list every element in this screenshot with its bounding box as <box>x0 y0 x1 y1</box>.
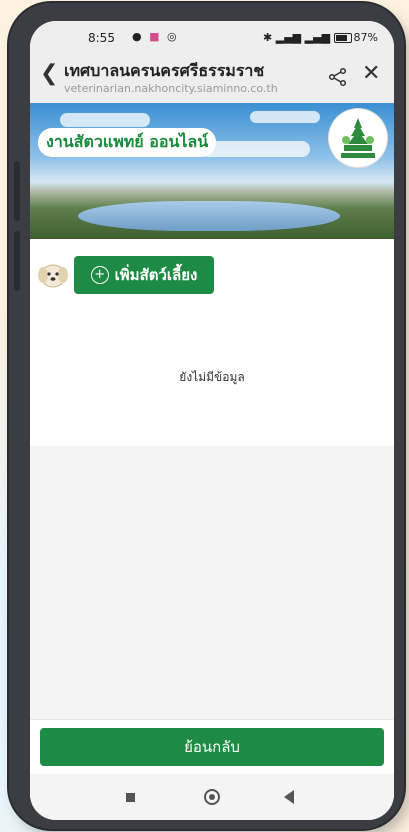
signal-icon: ▂▄▆ <box>275 31 302 44</box>
close-icon[interactable]: ✕ <box>362 61 380 86</box>
back-button[interactable]: ย้อนกลับ <box>40 728 384 766</box>
status-time: 8:55 <box>88 31 115 45</box>
pet-list-area: + เพิ่มสัตว์เลี้ยง ยังไม่มีข้อมูล <box>30 239 394 446</box>
status-bar: 8:55 ● ■ ◎ ✱ ▂▄▆ ▂▄▆ 87% <box>30 21 394 53</box>
dog-icon <box>38 264 68 288</box>
cloud <box>250 111 320 123</box>
percent-sign: % <box>367 31 378 44</box>
share-icon[interactable] <box>328 67 348 87</box>
municipality-logo <box>329 109 387 167</box>
add-pet-label: เพิ่มสัตว์เลี้ยง <box>114 266 198 284</box>
system-icons: ✱ ▂▄▆ ▂▄▆ 87% <box>263 31 378 44</box>
sync-icon: ◎ <box>167 30 179 43</box>
app-icon: ■ <box>149 30 162 43</box>
recent-apps-icon[interactable] <box>126 793 135 802</box>
lake-image <box>78 201 340 231</box>
page-url: veterinarian.nakhoncity.siaminno.co.th <box>64 82 278 95</box>
cloud <box>60 113 150 127</box>
notification-icons: ● ■ ◎ <box>132 30 179 43</box>
signal-icon-2: ▂▄▆ <box>304 31 331 44</box>
message-icon: ● <box>132 30 144 43</box>
volume-button <box>14 161 20 221</box>
banner-title: งานสัตวแพทย์ ออนไลน์ <box>38 128 217 157</box>
home-icon[interactable] <box>204 789 220 805</box>
bluetooth-icon: ✱ <box>263 31 273 44</box>
cloud <box>200 141 310 157</box>
page-title: เทศบาลนครนครศรีธรรมราช <box>64 61 265 80</box>
app-bar: ❮ เทศบาลนครนครศรีธรรมราช veterinarian.na… <box>30 53 394 103</box>
plus-icon: + <box>90 266 109 284</box>
empty-state-text: ยังไม่มีข้อมูล <box>179 370 245 384</box>
battery-icon <box>333 33 352 43</box>
footer: ย้อนกลับ <box>30 719 394 775</box>
back-arrow-icon[interactable]: ❮ <box>40 61 58 86</box>
battery-level: 87 <box>353 31 368 44</box>
power-button <box>14 231 20 291</box>
emblem-icon <box>341 118 375 158</box>
nav-back-icon[interactable] <box>284 790 294 804</box>
add-pet-button[interactable]: + เพิ่มสัตว์เลี้ยง <box>74 256 214 294</box>
system-nav-bar <box>30 774 394 820</box>
banner: งานสัตวแพทย์ ออนไลน์ <box>30 103 394 239</box>
phone-screen: 8:55 ● ■ ◎ ✱ ▂▄▆ ▂▄▆ 87% ❮ เทศบาลนครนครศ… <box>30 21 394 820</box>
